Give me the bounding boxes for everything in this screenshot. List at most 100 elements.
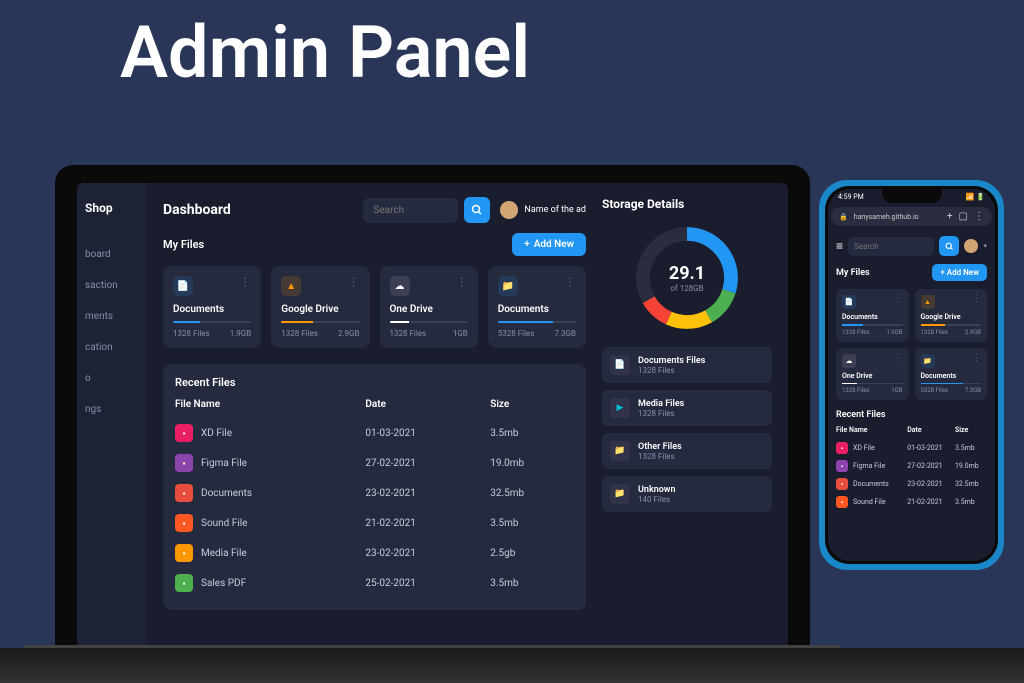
table-row[interactable]: ▪ Figma File 27-02-2021 19.0mb [175,448,574,478]
search-input[interactable] [363,198,458,223]
phone-search-input[interactable] [848,237,934,256]
phone-search-button[interactable] [939,236,959,256]
file-size: 3.5mb [490,568,574,598]
sidebar-item[interactable]: board [77,239,147,270]
file-size: 3.5mb [490,418,574,448]
more-dots-icon[interactable]: ⋮ [894,354,903,368]
phone-recent-table: File NameDateSize ▪XD File 01-03-2021 3.… [836,426,987,511]
add-new-button[interactable]: + Add New [512,233,586,256]
card-title: Google Drive [921,313,982,321]
menu-dots-icon[interactable]: ⋮ [974,211,984,222]
sidebar-item[interactable]: saction [77,270,147,301]
phone-mockup: 4:59 PM 📶 🔋 🔒 hanysameh.github.io + ▢ ⋮ … [819,180,1004,570]
phone-avatar[interactable] [964,239,978,253]
lock-icon: 🔒 [839,213,848,221]
file-type-icon: ▪ [175,454,193,472]
storage-category[interactable]: 📄 Documents Files 1328 Files [602,347,772,383]
category-name: Unknown [638,485,764,495]
more-dots-icon[interactable]: ⋮ [564,276,576,296]
sidebar-item[interactable]: ngs [77,394,147,425]
file-date: 01-03-2021 [365,418,490,448]
browser-url-bar[interactable]: 🔒 hanysameh.github.io + ▢ ⋮ [831,207,992,226]
category-icon: ▶ [610,398,630,418]
hero-title: Admin Panel [120,10,530,95]
plus-icon[interactable]: + [947,211,953,222]
more-dots-icon[interactable]: ⋮ [348,276,360,296]
card-title: Documents [498,304,576,315]
phone-file-card[interactable]: 📄 ⋮ Documents 1328 Files1.9GB [836,289,909,342]
file-name: XD File [201,428,232,439]
file-name: Figma File [201,458,247,469]
phone-my-files-title: My Files [836,268,870,278]
file-name: Documents [201,488,252,499]
column-header: Size [955,426,987,439]
storage-category[interactable]: ▶ Media Files 1328 Files [602,390,772,426]
file-count: 1328 Files [281,329,318,338]
search-icon [945,242,954,251]
tabs-icon[interactable]: ▢ [959,211,968,222]
category-count: 1328 Files [638,366,764,375]
more-dots-icon[interactable]: ⋮ [894,295,903,309]
card-title: Documents [173,304,251,315]
card-title: Google Drive [281,304,359,315]
more-dots-icon[interactable]: ⋮ [972,354,981,368]
file-card[interactable]: 📁 ⋮ Documents 5328 Files7.3GB [488,266,586,348]
search-button[interactable] [464,197,490,223]
table-row[interactable]: ▪Sales PDF 25-02-2021 3.5mb [175,568,574,598]
file-size: 1GB [453,329,468,338]
folder-icon: 📁 [921,354,935,368]
storage-category[interactable]: 📁 Other Files 1328 Files [602,433,772,469]
admin-profile[interactable]: Name of the ad [500,201,586,219]
recent-files-table: File NameDateSize ▪XD File 01-03-2021 3.… [175,399,574,598]
table-row[interactable]: ▪Documents 23-02-2021 32.5mb [175,478,574,508]
category-name: Media Files [638,399,764,409]
more-dots-icon[interactable]: ⋮ [972,295,981,309]
recent-files-title: Recent Files [175,376,574,389]
storage-category[interactable]: 📁 Unknown 140 Files [602,476,772,512]
phone-file-card[interactable]: ☁ ⋮ One Drive 1328 Files1GB [836,348,909,401]
file-card[interactable]: ▲ ⋮ Google Drive 1328 Files 2.9GB [271,266,369,348]
chevron-down-icon[interactable]: ▾ [983,242,987,250]
sidebar-item[interactable]: ments [77,301,147,332]
file-date: 23-02-2021 [365,478,490,508]
file-card[interactable]: 📄 ⋮ Documents 1328 Files1.9GB [163,266,261,348]
table-row[interactable]: ▪XD File 01-03-2021 3.5mb [836,439,987,457]
phone-file-card[interactable]: ▲ ⋮ Google Drive 1328 Files2.9GB [915,289,988,342]
file-type-icon: ▪ [836,460,848,472]
table-row[interactable]: ▪XD File 01-03-2021 3.5mb [175,418,574,448]
category-icon: 📄 [610,355,630,375]
hamburger-icon[interactable]: ≡ [836,239,843,253]
page-title: Dashboard [163,202,353,218]
file-count: 1328 Files [390,329,427,338]
file-date: 23-02-2021 [365,538,490,568]
more-dots-icon[interactable]: ⋮ [456,276,468,296]
table-row[interactable]: ▪Figma File 27-02-2021 19.0mb [836,457,987,475]
table-row[interactable]: ▪Media File 23-02-2021 2.5gb [175,538,574,568]
file-date: 25-02-2021 [365,568,490,598]
table-row[interactable]: ▪Sound File 21-02-2021 3.5mb [175,508,574,538]
file-date: 27-02-2021 [365,448,490,478]
column-header: File Name [836,426,907,439]
table-row[interactable]: ▪Documents 23-02-2021 32.5mb [836,475,987,493]
phone-add-new-button[interactable]: + Add New [932,264,987,281]
file-size: 7.3GB [554,329,576,338]
table-row[interactable]: ▪Sound File 21-02-2021 3.5mb [836,493,987,511]
laptop-mockup: Shop boardsactionmentscationongs Dashboa… [55,165,810,667]
file-size: 19.0mb [490,448,574,478]
file-card[interactable]: ☁ ⋮ One Drive 1328 Files1GB [380,266,478,348]
file-name: Sound File [201,518,248,529]
category-count: 140 Files [638,495,764,504]
storage-title: Storage Details [602,197,772,211]
column-header: Date [365,399,490,418]
file-type-icon: ▪ [175,574,193,592]
avatar [500,201,518,219]
file-size: 1.9GB [230,329,252,338]
sidebar-item[interactable]: cation [77,332,147,363]
phone-file-card[interactable]: 📁 ⋮ Documents 5328 Files7.3GB [915,348,988,401]
sidebar-item[interactable]: o [77,363,147,394]
category-name: Other Files [638,442,764,452]
column-header: Size [490,399,574,418]
more-dots-icon[interactable]: ⋮ [239,276,251,296]
folder-icon: ▲ [281,276,301,296]
file-size: 2.9GB [338,329,360,338]
